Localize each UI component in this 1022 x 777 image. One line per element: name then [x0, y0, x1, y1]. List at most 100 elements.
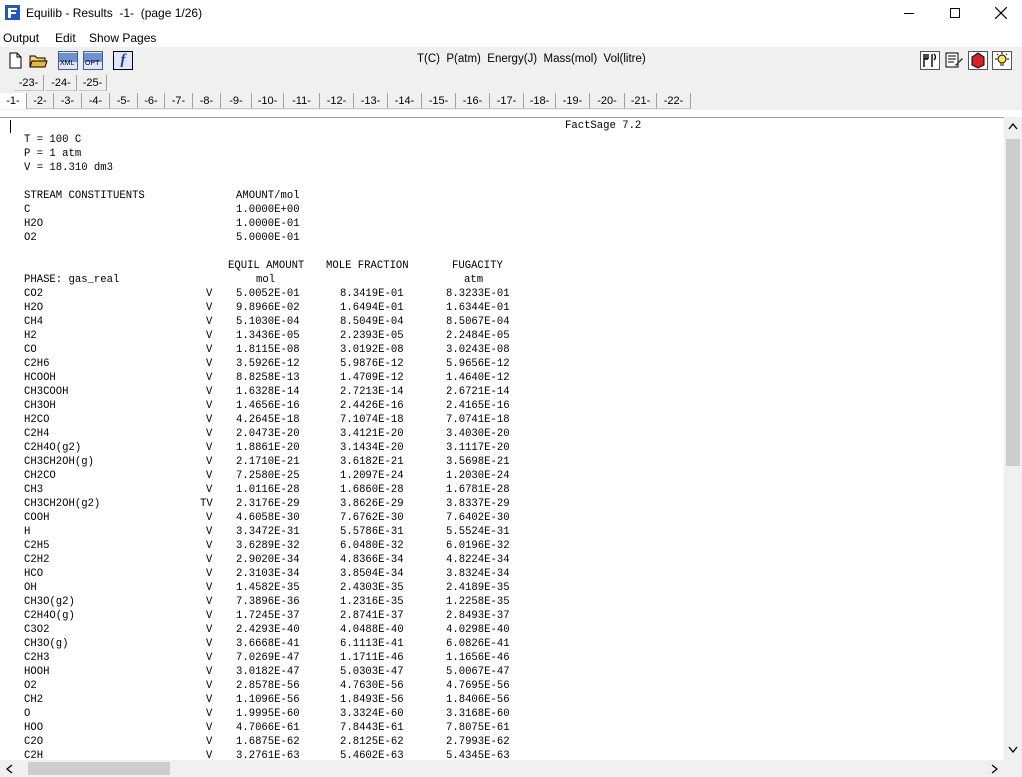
species-name: CH4 — [24, 316, 44, 328]
species-equil-amount: 2.3103E-34 — [236, 568, 300, 580]
tab-page[interactable]: -21- — [625, 93, 657, 109]
tab-page[interactable]: -12- — [320, 93, 354, 109]
species-name: C2H6 — [24, 358, 50, 370]
species-mole-fraction: 8.3419E-01 — [340, 288, 404, 300]
species-fugacity: 5.9656E-12 — [446, 358, 510, 370]
results-text-area[interactable]: FactSage 7.2 T = 100 C P = 1 atm V = 18.31… — [0, 117, 1004, 760]
tab-page[interactable]: -3- — [54, 93, 82, 109]
minimize-button[interactable] — [886, 0, 932, 28]
tab-page[interactable]: -22- — [657, 93, 691, 109]
menu-output[interactable]: Output — [3, 31, 39, 45]
menu-show-pages[interactable]: Show Pages — [89, 31, 156, 45]
column-equil-unit: mol — [256, 274, 276, 286]
tab-page[interactable]: -23- — [14, 75, 44, 91]
species-name: CH3O(g) — [24, 638, 69, 650]
scroll-right-icon[interactable] — [991, 764, 998, 774]
species-mole-fraction: 3.6182E-21 — [340, 456, 404, 468]
species-fugacity: 1.2030E-24 — [446, 470, 510, 482]
species-fugacity: 2.8493E-37 — [446, 610, 510, 622]
species-mole-fraction: 2.8125E-62 — [340, 736, 404, 748]
opt-icon[interactable]: OPT — [83, 51, 103, 70]
lightbulb-icon[interactable] — [992, 51, 1012, 70]
xml-icon[interactable]: XML — [58, 51, 78, 70]
species-mole-fraction: 1.6494E-01 — [340, 302, 404, 314]
tab-page[interactable]: -19- — [556, 93, 590, 109]
tab-page[interactable]: -17- — [490, 93, 524, 109]
species-equil-amount: 3.2761E-63 — [236, 750, 300, 760]
column-equil-amount: EQUIL AMOUNT — [228, 260, 305, 272]
species-name: C2O — [24, 736, 44, 748]
tab-page[interactable]: -8- — [193, 93, 221, 109]
vertical-scroll-thumb[interactable] — [1006, 139, 1020, 466]
vertical-scrollbar[interactable] — [1004, 117, 1022, 760]
open-folder-icon[interactable] — [28, 51, 48, 70]
species-equil-amount: 5.0052E-01 — [236, 288, 300, 300]
species-fugacity: 3.5698E-21 — [446, 456, 510, 468]
horizontal-scrollbar[interactable] — [0, 760, 1004, 777]
species-fugacity: 2.6721E-14 — [446, 386, 510, 398]
tab-page[interactable]: -9- — [221, 93, 252, 109]
species-fugacity: 3.4030E-20 — [446, 428, 510, 440]
species-fugacity: 3.0243E-08 — [446, 344, 510, 356]
horizontal-scroll-thumb[interactable] — [28, 762, 170, 775]
stream-constituent-name: O2 — [24, 232, 37, 244]
tab-page[interactable]: -10- — [252, 93, 284, 109]
species-fugacity: 4.8224E-34 — [446, 554, 510, 566]
species-equil-amount: 2.8578E-56 — [236, 680, 300, 692]
species-state: V — [206, 484, 213, 496]
menu-edit[interactable]: Edit — [55, 31, 76, 45]
species-name: HCOOH — [24, 372, 56, 384]
species-equil-amount: 3.6668E-41 — [236, 638, 300, 650]
species-state: V — [206, 652, 213, 664]
species-mole-fraction: 3.3324E-60 — [340, 708, 404, 720]
maximize-button[interactable] — [932, 0, 978, 28]
scroll-left-icon[interactable] — [6, 764, 13, 774]
species-fugacity: 3.8324E-34 — [446, 568, 510, 580]
species-mole-fraction: 8.5049E-04 — [340, 316, 404, 328]
tab-page[interactable]: -5- — [110, 93, 138, 109]
column-fugacity: FUGACITY — [452, 260, 503, 272]
tab-page[interactable]: -1- — [0, 93, 27, 109]
species-mole-fraction: 7.6762E-30 — [340, 512, 404, 524]
tab-page[interactable]: -18- — [524, 93, 556, 109]
tab-page[interactable]: -2- — [27, 93, 54, 109]
species-name: C2H4O(g2) — [24, 442, 82, 454]
tab-page[interactable]: -4- — [82, 93, 110, 109]
tab-page[interactable]: -24- — [46, 75, 77, 91]
tab-page[interactable]: -15- — [422, 93, 456, 109]
tab-page[interactable]: -7- — [165, 93, 193, 109]
species-mole-fraction: 4.0488E-40 — [340, 624, 404, 636]
species-mole-fraction: 6.1113E-41 — [340, 638, 404, 650]
new-file-icon[interactable] — [5, 51, 25, 70]
tab-page[interactable]: -6- — [138, 93, 165, 109]
species-mole-fraction: 5.0303E-47 — [340, 666, 404, 678]
species-state: V — [206, 610, 213, 622]
species-mole-fraction: 1.8493E-56 — [340, 694, 404, 706]
species-equil-amount: 4.7066E-61 — [236, 722, 300, 734]
edit-sheet-icon[interactable] — [944, 51, 964, 70]
species-fugacity: 7.6402E-30 — [446, 512, 510, 524]
tab-page[interactable]: -20- — [590, 93, 625, 109]
tab-page[interactable]: -11- — [284, 93, 320, 109]
tab-page[interactable]: -13- — [354, 93, 388, 109]
stream-header-label: STREAM CONSTITUENTS — [24, 190, 145, 202]
scroll-down-icon[interactable] — [1008, 746, 1018, 753]
species-fugacity: 3.3168E-60 — [446, 708, 510, 720]
utensils-icon[interactable] — [920, 51, 940, 70]
close-button[interactable] — [978, 0, 1022, 28]
species-mole-fraction: 1.2097E-24 — [340, 470, 404, 482]
species-mole-fraction: 3.1434E-20 — [340, 442, 404, 454]
tab-page[interactable]: -25- — [79, 75, 107, 91]
species-state: V — [206, 708, 213, 720]
scroll-up-icon[interactable] — [1008, 123, 1018, 130]
species-name: HOO — [24, 722, 44, 734]
species-equil-amount: 1.7245E-37 — [236, 610, 300, 622]
red-stop-icon[interactable] — [968, 51, 988, 70]
species-fugacity: 4.7695E-56 — [446, 680, 510, 692]
species-mole-fraction: 7.1074E-18 — [340, 414, 404, 426]
species-equil-amount: 1.4582E-35 — [236, 582, 300, 594]
tab-page[interactable]: -16- — [456, 93, 490, 109]
factsage-f-icon[interactable]: f — [113, 51, 133, 70]
tab-page[interactable]: -14- — [388, 93, 422, 109]
units-label: T(C) P(atm) Energy(J) Mass(mol) Vol(litr… — [417, 53, 646, 65]
